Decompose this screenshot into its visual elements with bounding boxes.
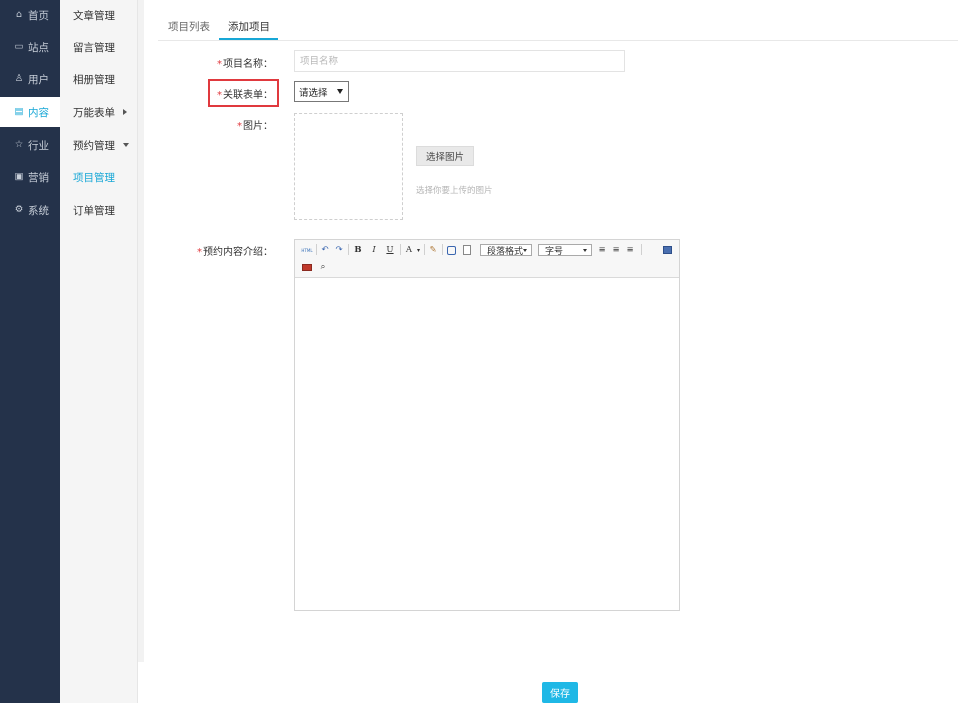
tab-project-list[interactable]: 项目列表 (168, 19, 210, 39)
nav-user-label: 用户 (28, 73, 49, 86)
subnav-reservations-label: 预约管理 (73, 139, 115, 152)
required-mark: * (217, 59, 222, 70)
secondary-sidebar: 文章管理 留言管理 相册管理 万能表单 预约管理 项目管理 订单管理 (60, 0, 138, 703)
intro-label-text: 预约内容介绍： (203, 247, 273, 258)
home-icon: ⌂ (15, 9, 23, 21)
nav-system[interactable]: ⚙ 系统 (0, 195, 60, 225)
page-icon[interactable] (461, 244, 473, 256)
subnav-projects[interactable]: 项目管理 (60, 162, 137, 192)
image-label-text: 图片： (243, 121, 273, 132)
font-size-label: 字号 (545, 246, 564, 257)
nav-content-label: 内容 (28, 106, 49, 119)
project-name-input[interactable] (294, 50, 625, 72)
caret-down-icon (123, 143, 129, 147)
nav-system-label: 系统 (28, 204, 49, 217)
toolbar-separator (316, 244, 317, 255)
chevron-down-icon (523, 249, 527, 252)
undo-icon[interactable]: ↶ (319, 244, 331, 256)
subnav-albums-label: 相册管理 (73, 73, 115, 86)
subnav-reservations[interactable]: 预约管理 (60, 130, 137, 160)
preview-icon[interactable]: ⌕ (317, 261, 329, 273)
subnav-universal-forms-label: 万能表单 (73, 106, 115, 119)
related-form-select-value: 请选择 (299, 87, 328, 99)
italic-icon[interactable]: I (368, 244, 380, 256)
tab-divider (158, 40, 958, 41)
required-mark: * (217, 90, 222, 101)
anchor-icon[interactable] (445, 244, 457, 256)
star-icon: ☆ (14, 139, 24, 151)
subnav-messages[interactable]: 留言管理 (60, 32, 137, 62)
required-mark: * (197, 247, 202, 258)
panel-gutter (138, 0, 144, 662)
editor-toolbar: HTML ↶ ↷ B I U A ▾ ✎ 段落格式 字号 ≡ ≡ ≡ ⌕ (295, 240, 679, 278)
save-button[interactable]: 保存 (542, 682, 578, 703)
primary-sidebar: ⌂ 首页 ▭ 站点 ♙ 用户 ▤ 内容 ☆ 行业 ▣ 营销 ⚙ 系统 (0, 0, 60, 703)
nav-content[interactable]: ▤ 内容 (0, 97, 60, 127)
caret-right-icon (123, 109, 127, 115)
paragraph-format-select[interactable]: 段落格式 (480, 244, 532, 257)
font-color-dropdown-icon[interactable]: ▾ (415, 244, 422, 256)
chevron-down-icon (337, 89, 343, 94)
project-name-label-text: 项目名称： (223, 59, 273, 70)
toolbar-separator (442, 244, 443, 255)
align-right-icon[interactable]: ≡ (625, 244, 635, 256)
nav-user[interactable]: ♙ 用户 (0, 64, 60, 94)
subnav-articles[interactable]: 文章管理 (60, 0, 137, 30)
tab-add-project[interactable]: 添加项目 (228, 19, 270, 39)
nav-industry-label: 行业 (28, 139, 49, 152)
subnav-albums[interactable]: 相册管理 (60, 64, 137, 94)
nav-marketing[interactable]: ▣ 营销 (0, 162, 60, 192)
rich-text-editor: HTML ↶ ↷ B I U A ▾ ✎ 段落格式 字号 ≡ ≡ ≡ ⌕ (294, 239, 680, 611)
toolbar-separator (641, 244, 642, 255)
nav-marketing-label: 营销 (28, 171, 49, 184)
media-icon[interactable] (301, 261, 313, 273)
subnav-messages-label: 留言管理 (73, 41, 115, 54)
related-form-select[interactable]: 请选择 (294, 81, 349, 102)
subnav-articles-label: 文章管理 (73, 9, 115, 22)
intro-label: *预约内容介绍： (197, 243, 273, 258)
monitor-icon: ▭ (14, 41, 24, 53)
font-size-select[interactable]: 字号 (538, 244, 592, 257)
user-icon: ♙ (14, 73, 24, 85)
chevron-down-icon (583, 249, 587, 252)
choose-image-button[interactable]: 选择图片 (416, 146, 474, 166)
html-source-icon[interactable]: HTML (301, 244, 313, 256)
editor-content-area[interactable] (295, 279, 679, 610)
subnav-orders[interactable]: 订单管理 (60, 195, 137, 225)
gear-icon: ⚙ (14, 204, 24, 216)
marketing-icon: ▣ (14, 171, 24, 183)
underline-icon[interactable]: U (384, 244, 396, 256)
toolbar-separator (400, 244, 401, 255)
font-color-icon[interactable]: A (403, 244, 415, 256)
image-preview-box[interactable] (294, 113, 403, 220)
subnav-projects-label: 项目管理 (73, 171, 115, 184)
required-mark: * (237, 121, 242, 132)
nav-site-label: 站点 (28, 41, 49, 54)
image-insert-icon[interactable] (661, 244, 673, 256)
subnav-orders-label: 订单管理 (73, 204, 115, 217)
align-left-icon[interactable]: ≡ (597, 244, 607, 256)
image-hint: 选择你要上传的图片 (416, 186, 493, 196)
align-center-icon[interactable]: ≡ (611, 244, 621, 256)
subnav-universal-forms[interactable]: 万能表单 (60, 97, 137, 127)
nav-home-label: 首页 (28, 9, 49, 22)
toolbar-separator (424, 244, 425, 255)
eraser-icon[interactable]: ✎ (427, 244, 439, 256)
nav-site[interactable]: ▭ 站点 (0, 32, 60, 62)
nav-industry[interactable]: ☆ 行业 (0, 130, 60, 160)
related-form-label: *关联表单： (217, 86, 273, 101)
redo-icon[interactable]: ↷ (333, 244, 345, 256)
related-form-label-text: 关联表单： (223, 90, 273, 101)
paragraph-format-label: 段落格式 (487, 246, 524, 257)
content-icon: ▤ (14, 106, 24, 118)
image-label: *图片： (237, 117, 273, 132)
nav-home[interactable]: ⌂ 首页 (0, 0, 60, 30)
toolbar-separator (348, 244, 349, 255)
project-name-label: *项目名称： (217, 55, 273, 70)
bold-icon[interactable]: B (352, 244, 364, 256)
